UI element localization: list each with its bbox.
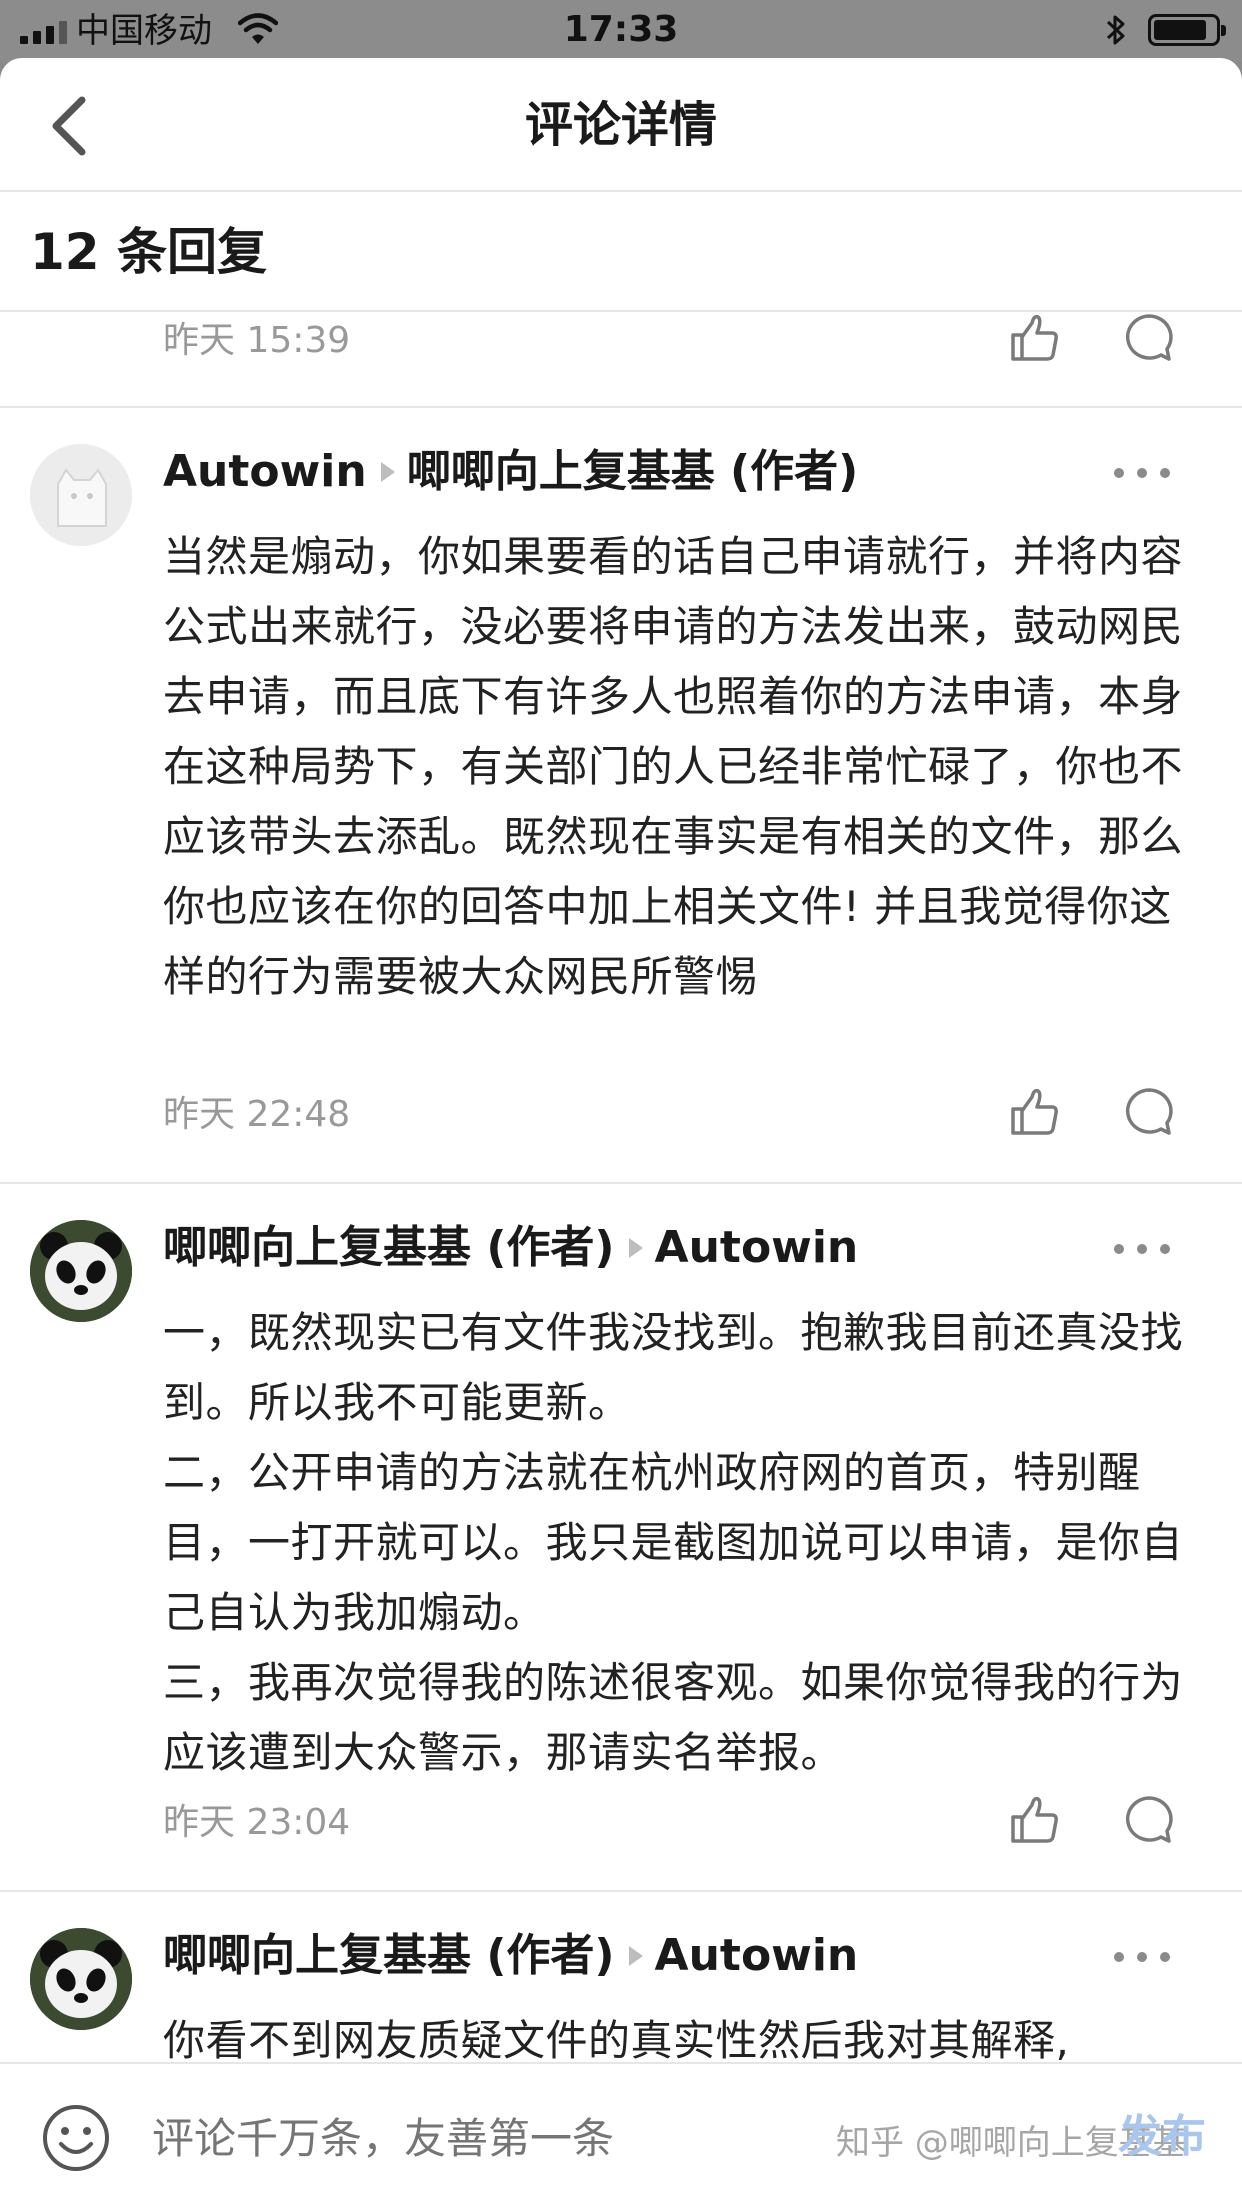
reply-to-arrow-icon	[380, 462, 395, 482]
comment-time: 昨天 23:04	[163, 1802, 351, 1843]
reply-to-name[interactable]: 唧唧向上复基基 (作者)	[407, 444, 859, 500]
page-title: 评论详情	[524, 97, 717, 153]
comment-time: 昨天 22:48	[163, 1094, 351, 1135]
comment-detail-sheet: 评论详情 12 条回复 昨天 15:39 Autowin 唧唧向上复基基 (作者…	[0, 58, 1242, 2208]
comment-paragraph: 一，既然现实已有文件我没找到。抱歉我目前还真没找到。所以我不可能更新。	[163, 1308, 1184, 1427]
publish-button[interactable]: 发布	[1118, 2110, 1206, 2164]
more-options-icon[interactable]	[1114, 1244, 1170, 1258]
more-options-icon[interactable]	[1114, 468, 1170, 482]
author-name[interactable]: Autowin	[163, 444, 367, 500]
reply-to-arrow-icon	[628, 1238, 643, 1258]
reply-bubble-icon[interactable]	[1122, 311, 1176, 365]
status-time: 17:33	[563, 9, 679, 50]
reply-to-name[interactable]: Autowin	[655, 1928, 859, 1984]
status-bar: 中国移动 17:33	[0, 0, 1242, 62]
reply-bubble-icon[interactable]	[1122, 1793, 1176, 1847]
comment-paragraph: 二，公开申请的方法就在杭州政府网的首页，特别醒目，一打开就可以。我只是截图加说可…	[163, 1448, 1184, 1637]
comment-text: 一，既然现实已有文件我没找到。抱歉我目前还真没找到。所以我不可能更新。 二，公开…	[163, 1298, 1183, 1788]
cat-avatar-icon[interactable]	[30, 444, 132, 546]
comment-input[interactable]	[152, 2112, 802, 2166]
divider	[0, 1182, 1242, 1184]
comment-paragraph: 当然是煽动，你如果要看的话自己申请就行，并将内容公式出来就行，没必要将申请的方法…	[163, 532, 1184, 1001]
panda-avatar-icon[interactable]	[30, 1220, 132, 1322]
reply-count: 12 条回复	[30, 223, 267, 281]
comment-time: 昨天 15:39	[163, 320, 351, 361]
more-options-icon[interactable]	[1114, 1952, 1170, 1966]
battery-icon	[1148, 14, 1226, 46]
nav-bar: 评论详情	[0, 58, 1242, 192]
comment-input-bar: 知乎 @唧唧向上复基基 发布	[0, 2062, 1242, 2208]
comment-paragraph: 三，我再次觉得我的陈述很客观。如果你觉得我的行为应该遭到大众警示，那请实名举报。	[163, 1658, 1184, 1777]
thumbs-up-icon[interactable]	[1008, 1085, 1062, 1139]
reply-count-header: 12 条回复	[0, 192, 1242, 312]
divider	[0, 1890, 1242, 1892]
comment-author-line: Autowin 唧唧向上复基基 (作者)	[163, 444, 858, 500]
comment-text: 当然是煽动，你如果要看的话自己申请就行，并将内容公式出来就行，没必要将申请的方法…	[163, 522, 1183, 1012]
divider	[0, 406, 1242, 408]
comment-author-line: 唧唧向上复基基 (作者) Autowin	[163, 1928, 858, 1984]
reply-to-arrow-icon	[628, 1946, 643, 1966]
thumbs-up-icon[interactable]	[1008, 1793, 1062, 1847]
panda-avatar-icon[interactable]	[30, 1928, 132, 2030]
author-name[interactable]: 唧唧向上复基基 (作者)	[163, 1928, 615, 1984]
emoji-smile-icon[interactable]	[40, 2102, 112, 2174]
thumbs-up-icon[interactable]	[1008, 311, 1062, 365]
reply-bubble-icon[interactable]	[1122, 1085, 1176, 1139]
comment-author-line: 唧唧向上复基基 (作者) Autowin	[163, 1220, 858, 1276]
reply-to-name[interactable]: Autowin	[655, 1220, 859, 1276]
author-name[interactable]: 唧唧向上复基基 (作者)	[163, 1220, 615, 1276]
bluetooth-icon	[1106, 15, 1125, 45]
